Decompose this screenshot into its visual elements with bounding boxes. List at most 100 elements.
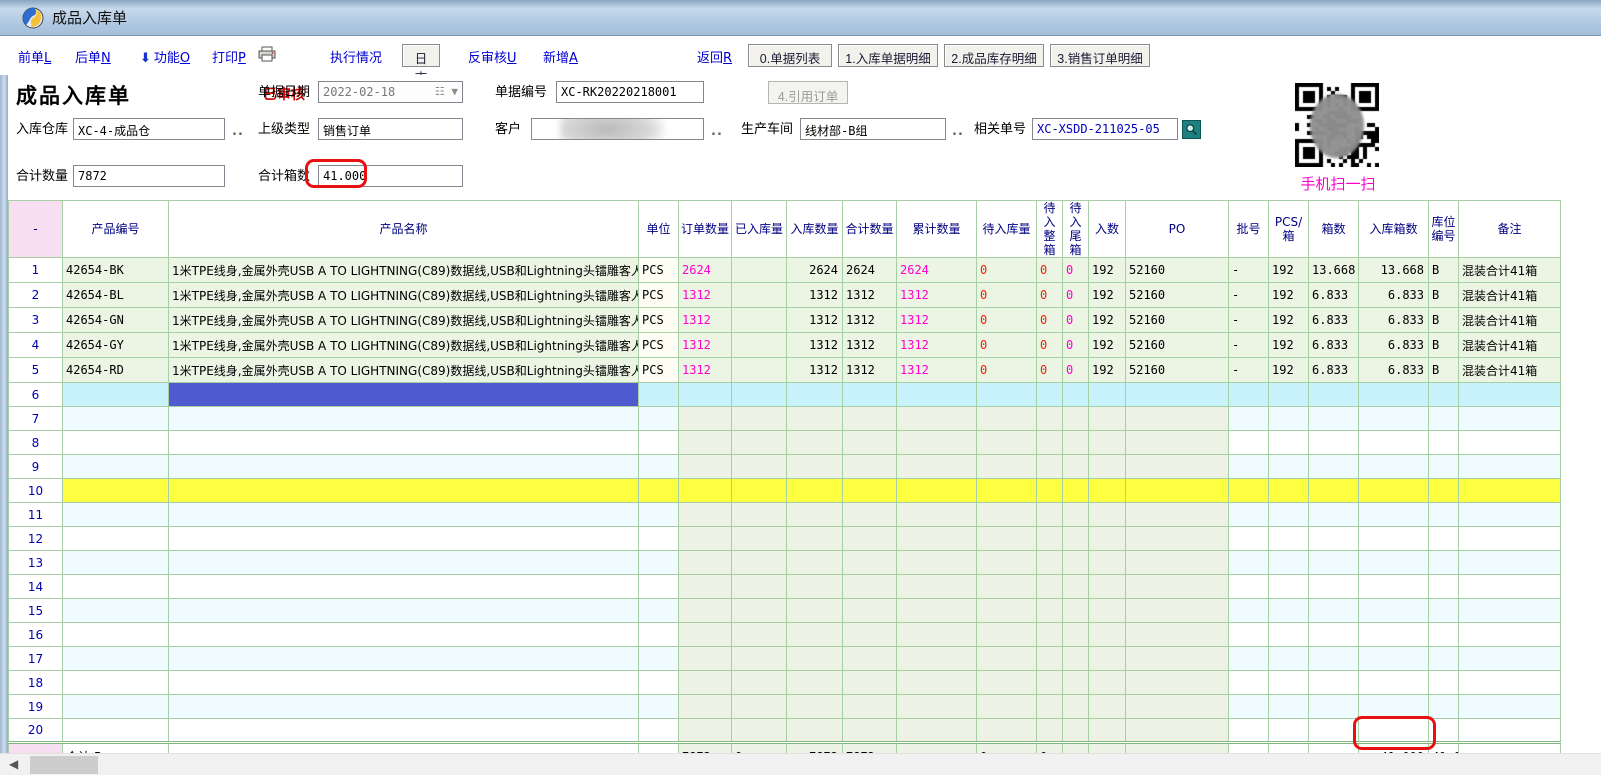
grid-cell[interactable] bbox=[843, 623, 897, 647]
grid-cell[interactable] bbox=[1309, 551, 1359, 575]
grid-cell[interactable] bbox=[1063, 551, 1089, 575]
grid-cell[interactable] bbox=[897, 623, 977, 647]
grid-cell[interactable] bbox=[977, 599, 1037, 623]
grid-cell[interactable] bbox=[1359, 671, 1429, 695]
grid-cell[interactable] bbox=[1089, 575, 1126, 599]
grid-cell[interactable] bbox=[639, 623, 679, 647]
grid-cell[interactable] bbox=[1459, 455, 1561, 479]
grid-cell[interactable]: 192 bbox=[1089, 333, 1126, 358]
menu-functions[interactable]: ⬇功能O bbox=[140, 47, 190, 66]
grid-cell[interactable] bbox=[732, 407, 787, 431]
grid-cell[interactable] bbox=[169, 575, 639, 599]
workshop-field[interactable]: 线材部-B组 bbox=[800, 118, 946, 140]
grid-cell[interactable]: 1312 bbox=[843, 308, 897, 333]
grid-cell[interactable] bbox=[639, 503, 679, 527]
grid-cell[interactable]: 42654-GY bbox=[63, 333, 169, 358]
selected-cell[interactable] bbox=[169, 383, 639, 407]
grid-cell[interactable] bbox=[1309, 407, 1359, 431]
doc-date-field[interactable]: 2022-02-18☷ ▼ bbox=[318, 81, 463, 103]
grid-cell[interactable]: 0 bbox=[1063, 258, 1089, 283]
grid-cell[interactable] bbox=[732, 695, 787, 719]
grid-cell[interactable] bbox=[977, 503, 1037, 527]
grid-cell[interactable] bbox=[1309, 647, 1359, 671]
grid-cell[interactable]: 2624 bbox=[679, 258, 732, 283]
row-number-cell[interactable]: 10 bbox=[9, 479, 63, 503]
grid-cell[interactable]: 13.668 bbox=[1309, 258, 1359, 283]
grid-cell[interactable] bbox=[1126, 503, 1229, 527]
grid-cell[interactable] bbox=[897, 575, 977, 599]
grid-cell[interactable] bbox=[1459, 383, 1561, 407]
grid-cell[interactable] bbox=[639, 407, 679, 431]
grid-cell[interactable] bbox=[639, 479, 679, 503]
grid-cell[interactable]: B bbox=[1429, 358, 1459, 383]
grid-cell[interactable]: 0 bbox=[977, 358, 1037, 383]
row-number-cell[interactable]: 15 bbox=[9, 599, 63, 623]
grid-cell[interactable] bbox=[1063, 719, 1089, 743]
grid-cell[interactable] bbox=[1359, 455, 1429, 479]
grid-cell[interactable] bbox=[1459, 551, 1561, 575]
printer-icon[interactable] bbox=[258, 46, 276, 62]
grid-cell[interactable] bbox=[787, 407, 843, 431]
grid-cell[interactable] bbox=[1089, 671, 1126, 695]
grid-cell[interactable] bbox=[169, 647, 639, 671]
menu-return[interactable]: 返回R bbox=[697, 47, 732, 66]
grid-cell[interactable] bbox=[1037, 647, 1063, 671]
grid-cell[interactable]: 42654-BK bbox=[63, 258, 169, 283]
grid-cell[interactable]: 1米TPE线身,金属外壳USB A TO LIGHTNING(C89)数据线,U… bbox=[169, 283, 639, 308]
grid-cell[interactable] bbox=[1359, 407, 1429, 431]
grid-cell[interactable]: 6.833 bbox=[1359, 283, 1429, 308]
grid-cell[interactable] bbox=[732, 623, 787, 647]
grid-cell[interactable] bbox=[897, 695, 977, 719]
row-number-cell[interactable]: 1 bbox=[9, 258, 63, 283]
grid-header-col-5[interactable]: 已入库量 bbox=[732, 201, 787, 258]
grid-cell[interactable]: 混装合计41箱 bbox=[1459, 283, 1561, 308]
grid-cell[interactable] bbox=[63, 551, 169, 575]
grid-cell[interactable]: 1312 bbox=[787, 308, 843, 333]
grid-cell[interactable] bbox=[1309, 599, 1359, 623]
grid-cell[interactable] bbox=[787, 383, 843, 407]
grid-cell[interactable]: 192 bbox=[1089, 283, 1126, 308]
grid-cell[interactable] bbox=[639, 527, 679, 551]
grid-cell[interactable] bbox=[1359, 695, 1429, 719]
grid-cell[interactable] bbox=[639, 719, 679, 743]
grid-cell[interactable] bbox=[1229, 623, 1269, 647]
grid-cell[interactable] bbox=[169, 719, 639, 743]
grid-cell[interactable] bbox=[1089, 599, 1126, 623]
grid-cell[interactable] bbox=[1063, 503, 1089, 527]
grid-cell[interactable] bbox=[1269, 431, 1309, 455]
row-number-cell[interactable]: 14 bbox=[9, 575, 63, 599]
grid-cell[interactable] bbox=[63, 503, 169, 527]
table-row-empty[interactable]: 14 bbox=[9, 575, 1561, 599]
grid-cell[interactable] bbox=[787, 479, 843, 503]
grid-cell[interactable] bbox=[1269, 479, 1309, 503]
grid-cell[interactable]: 0 bbox=[1063, 283, 1089, 308]
warehouse-field[interactable]: XC-4-成品仓 bbox=[73, 118, 225, 140]
grid-cell[interactable] bbox=[732, 479, 787, 503]
grid-cell[interactable]: 0 bbox=[977, 333, 1037, 358]
grid-cell[interactable]: 52160 bbox=[1126, 358, 1229, 383]
grid-cell[interactable]: 1米TPE线身,金属外壳USB A TO LIGHTNING(C89)数据线,U… bbox=[169, 333, 639, 358]
nav-receipt-detail-button[interactable]: 1.入库单据明细 bbox=[838, 44, 938, 67]
grid-header-col-14[interactable]: 批号 bbox=[1229, 201, 1269, 258]
grid-cell[interactable] bbox=[1229, 575, 1269, 599]
grid-cell[interactable] bbox=[1269, 575, 1309, 599]
row-number-cell[interactable]: 16 bbox=[9, 623, 63, 647]
grid-cell[interactable] bbox=[1126, 695, 1229, 719]
grid-cell[interactable] bbox=[977, 575, 1037, 599]
grid-cell[interactable]: 192 bbox=[1089, 358, 1126, 383]
grid-cell[interactable]: 2624 bbox=[897, 258, 977, 283]
grid-cell[interactable]: 1米TPE线身,金属外壳USB A TO LIGHTNING(C89)数据线,U… bbox=[169, 358, 639, 383]
grid-cell[interactable]: 1312 bbox=[787, 358, 843, 383]
grid-cell[interactable] bbox=[1126, 527, 1229, 551]
grid-header-col-18[interactable]: 库位编号 bbox=[1429, 201, 1459, 258]
grid-cell[interactable] bbox=[169, 503, 639, 527]
grid-cell[interactable] bbox=[63, 455, 169, 479]
grid-cell[interactable]: 1312 bbox=[843, 358, 897, 383]
grid-cell[interactable] bbox=[1429, 719, 1459, 743]
grid-cell[interactable]: 混装合计41箱 bbox=[1459, 358, 1561, 383]
grid-cell[interactable] bbox=[63, 719, 169, 743]
grid-cell[interactable] bbox=[732, 358, 787, 383]
grid-cell[interactable]: 1312 bbox=[897, 333, 977, 358]
grid-cell[interactable] bbox=[639, 647, 679, 671]
grid-cell[interactable] bbox=[1459, 599, 1561, 623]
